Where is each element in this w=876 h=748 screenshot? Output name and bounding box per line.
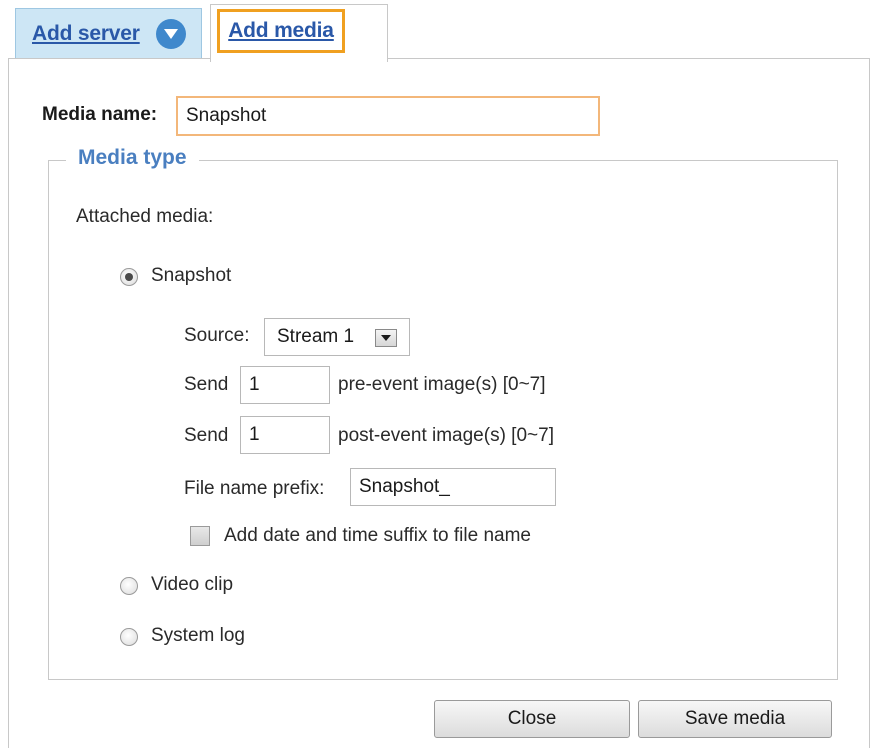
close-button[interactable]: Close — [434, 700, 630, 738]
radio-snapshot-label[interactable]: Snapshot — [151, 265, 231, 287]
attached-media-label: Attached media: — [76, 206, 214, 227]
date-time-suffix-checkbox[interactable] — [190, 526, 210, 546]
radio-video-clip-label[interactable]: Video clip — [151, 574, 233, 596]
tab-add-media-highlight[interactable]: Add media — [217, 9, 345, 53]
post-event-send-label: Send — [184, 425, 229, 446]
file-name-prefix-label: File name prefix: — [184, 478, 325, 499]
add-media-dialog: Add server Add media Media name: Media t… — [0, 0, 876, 748]
radio-system-log-label[interactable]: System log — [151, 625, 245, 647]
post-event-count-input[interactable] — [240, 416, 330, 454]
media-type-fieldset — [48, 160, 838, 680]
tab-add-media[interactable]: Add media — [210, 4, 388, 62]
tab-add-server[interactable]: Add server — [15, 8, 202, 58]
radio-video-clip[interactable] — [120, 577, 138, 595]
chevron-down-icon[interactable] — [155, 18, 186, 49]
source-label: Source: — [184, 325, 250, 346]
media-name-input[interactable] — [176, 96, 600, 136]
tab-add-media-label[interactable]: Add media — [228, 19, 334, 43]
media-type-legend: Media type — [66, 146, 199, 170]
tab-add-server-label[interactable]: Add server — [32, 22, 140, 46]
radio-system-log[interactable] — [120, 628, 138, 646]
chevron-down-icon[interactable] — [375, 329, 397, 347]
pre-event-count-input[interactable] — [240, 366, 330, 404]
save-media-button[interactable]: Save media — [638, 700, 832, 738]
media-name-label: Media name: — [42, 104, 158, 125]
pre-event-suffix-label: pre-event image(s) [0~7] — [338, 374, 546, 395]
pre-event-send-label: Send — [184, 374, 229, 395]
source-select[interactable]: Stream 1 — [264, 318, 410, 356]
date-time-suffix-label[interactable]: Add date and time suffix to file name — [224, 525, 531, 547]
source-select-value: Stream 1 — [277, 326, 355, 347]
file-name-prefix-input[interactable] — [350, 468, 556, 506]
radio-snapshot[interactable] — [120, 268, 138, 286]
post-event-suffix-label: post-event image(s) [0~7] — [338, 425, 554, 446]
